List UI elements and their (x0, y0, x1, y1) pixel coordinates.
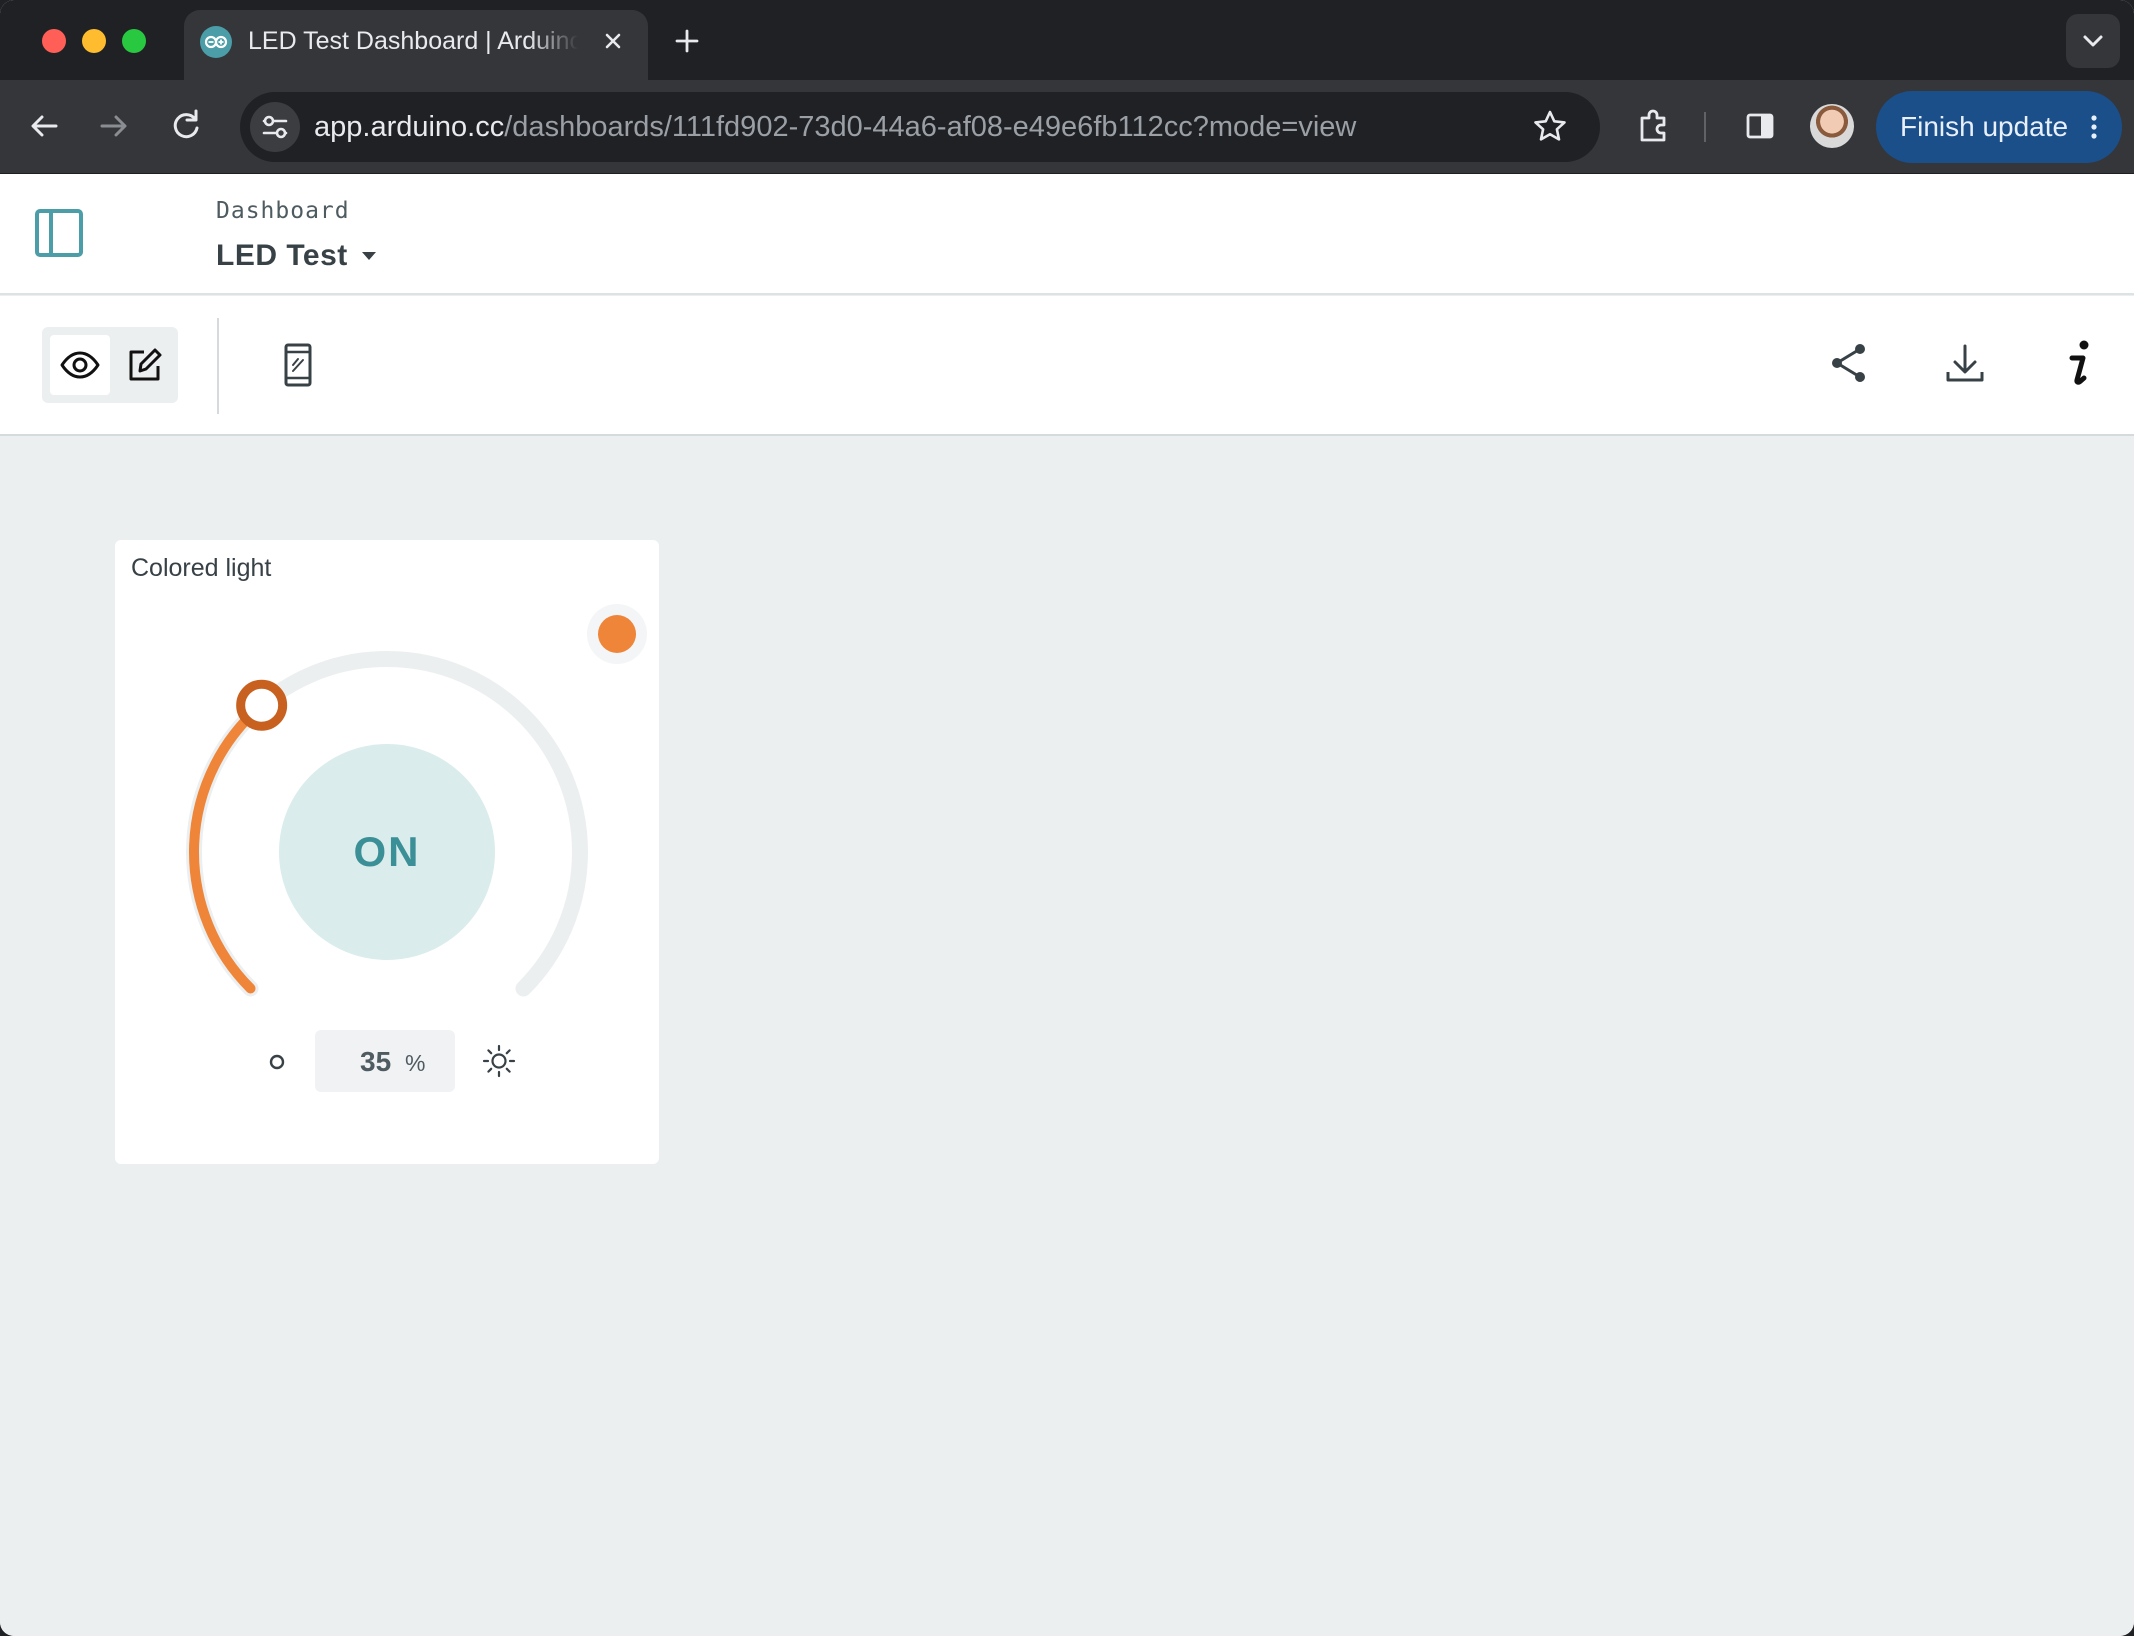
power-toggle-button[interactable]: ON (279, 744, 495, 960)
new-tab-icon[interactable] (670, 24, 704, 58)
dial-knob (236, 679, 288, 731)
breadcrumb: Dashboard (216, 198, 350, 224)
browser-window: LED Test Dashboard | Arduino Cloud (0, 0, 2134, 1636)
pencil-icon (129, 348, 162, 381)
action-bar-divider (217, 318, 219, 414)
power-state-label: ON (353, 828, 421, 875)
url-path: /dashboards/111fd902-73d0-44a6-af08-e49e… (504, 111, 1357, 143)
brightness-unit: % (405, 1050, 426, 1076)
caret-down-icon (361, 252, 376, 260)
eye-icon (60, 351, 100, 379)
arduino-icon (200, 26, 232, 58)
finish-update-button[interactable]: Finish update (1876, 91, 2122, 163)
browser-toolbar: app.arduino.cc/dashboards/111fd902-73d0-… (0, 80, 2134, 174)
view-mode-button[interactable] (50, 335, 110, 395)
address-bar[interactable]: app.arduino.cc/dashboards/111fd902-73d0-… (240, 92, 1600, 162)
extensions-puzzle-icon[interactable] (1630, 102, 1678, 150)
sidebar-toggle-icon[interactable] (34, 208, 84, 258)
forward-arrow-icon[interactable] (90, 102, 138, 150)
site-settings-icon[interactable] (250, 102, 300, 152)
bookmark-star-icon[interactable] (1530, 107, 1570, 147)
toolbar-divider (1704, 112, 1706, 142)
share-icon[interactable] (1824, 338, 1874, 388)
close-window-button[interactable] (42, 29, 66, 53)
page-title: LED Test (216, 239, 348, 272)
side-panel-icon[interactable] (1736, 102, 1784, 150)
colored-light-widget: Colored light ON 35 % (115, 540, 659, 1164)
brightness-high-icon (482, 1044, 516, 1078)
chevron-down-icon (2083, 35, 2103, 47)
more-vertical-icon[interactable] (2080, 113, 2108, 141)
tab-search-button[interactable] (2066, 14, 2120, 68)
finish-update-label: Finish update (1900, 111, 2069, 142)
brightness-value: 35 (360, 1046, 392, 1077)
reload-icon[interactable] (162, 102, 210, 150)
tab-strip: LED Test Dashboard | Arduino Cloud (0, 0, 2134, 80)
tab-title: LED Test Dashboard | Arduino Cloud (248, 27, 578, 55)
info-icon[interactable] (2054, 336, 2104, 390)
download-icon[interactable] (1940, 338, 1990, 388)
url-text: app.arduino.cc/dashboards/111fd902-73d0-… (314, 109, 1356, 145)
close-tab-icon[interactable] (598, 26, 628, 56)
maximize-window-button[interactable] (122, 29, 146, 53)
minimize-window-button[interactable] (82, 29, 106, 53)
browser-tab[interactable]: LED Test Dashboard | Arduino Cloud (184, 10, 648, 80)
dashboard-header: Dashboard LED Test (0, 174, 2134, 295)
dashboard-selector[interactable]: LED Test (216, 236, 376, 276)
mode-toggle (42, 327, 178, 403)
brightness-low-icon (265, 1050, 289, 1074)
url-host: app.arduino.cc (314, 111, 505, 143)
dashboard-action-bar (0, 296, 2134, 436)
profile-avatar[interactable] (1810, 104, 1854, 148)
mobile-view-icon[interactable] (276, 341, 320, 389)
brightness-input[interactable]: 35 % (315, 1030, 455, 1092)
dial-fill (189, 700, 267, 994)
edit-mode-button[interactable] (114, 335, 174, 395)
dashboard-canvas: Colored light ON 35 % (0, 436, 2134, 1636)
back-arrow-icon[interactable] (20, 102, 68, 150)
